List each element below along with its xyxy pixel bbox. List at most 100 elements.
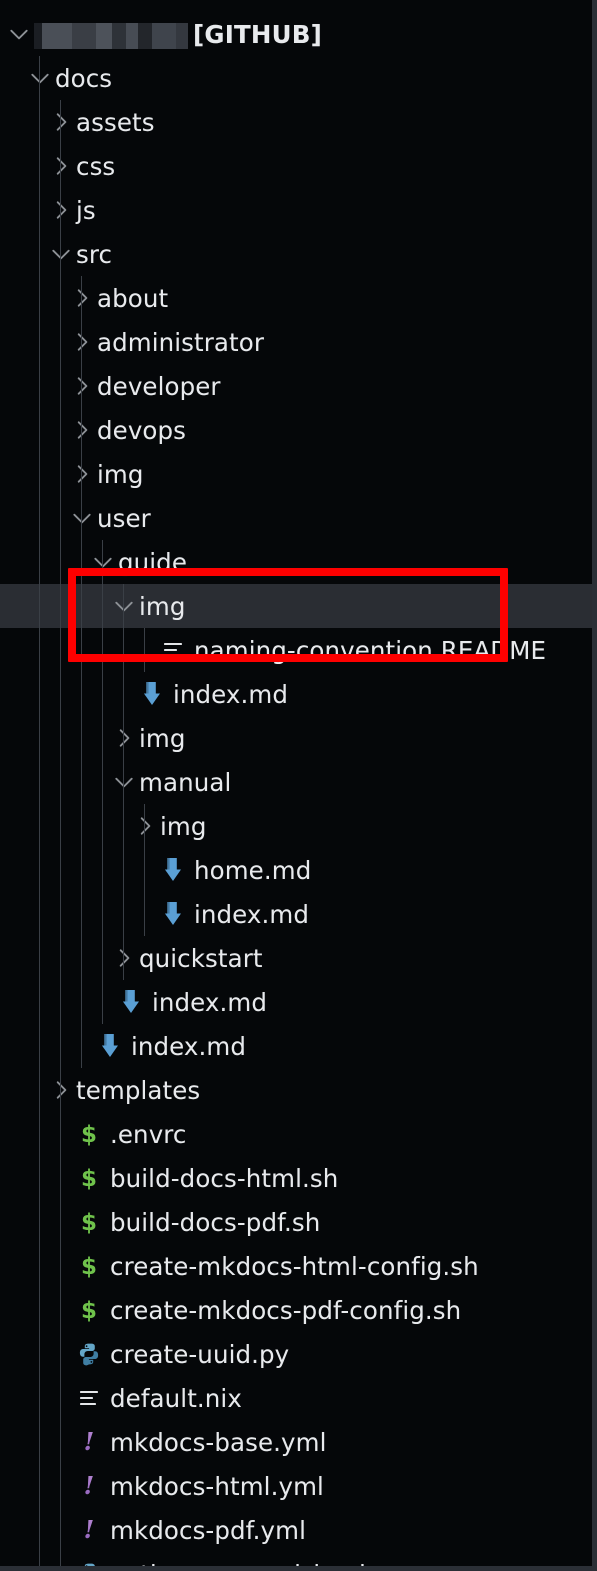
markdown-file-icon xyxy=(95,1024,125,1068)
chevron-right-icon[interactable] xyxy=(132,804,158,848)
indent-spacer xyxy=(0,188,48,232)
tree-item-file[interactable]: $ create-mkdocs-pdf-config.sh xyxy=(0,1288,597,1332)
tree-item-file[interactable]: ! mkdocs-base.yml xyxy=(0,1420,597,1464)
tree-item-folder[interactable]: user xyxy=(0,496,597,540)
tree-item-folder[interactable]: guide xyxy=(0,540,597,584)
tree-item-folder[interactable]: src xyxy=(0,232,597,276)
tree-item-folder[interactable]: quickstart xyxy=(0,936,597,980)
chevron-right-icon[interactable] xyxy=(69,276,95,320)
tree-item-label: img xyxy=(139,591,186,621)
indent-spacer xyxy=(0,408,69,452)
indent-spacer xyxy=(0,144,48,188)
shell-file-icon: $ xyxy=(74,1244,104,1288)
svg-text:$: $ xyxy=(81,1122,97,1148)
tree-item-file[interactable]: index.md xyxy=(0,980,597,1024)
yaml-file-icon: ! xyxy=(74,1508,104,1552)
tree-item-file[interactable]: index.md xyxy=(0,672,597,716)
redacted-repo-name xyxy=(34,22,188,49)
tree-item-folder[interactable]: img xyxy=(0,716,597,760)
tree-item-file[interactable]: $ .envrc xyxy=(0,1112,597,1156)
indent-guide xyxy=(39,56,40,1571)
svg-text:!: ! xyxy=(84,1428,95,1456)
tree-item-label: devops xyxy=(97,415,187,445)
indent-guide xyxy=(144,628,145,672)
chevron-right-icon[interactable] xyxy=(48,188,74,232)
chevron-right-icon[interactable] xyxy=(111,936,137,980)
tree-item-file[interactable]: ! mkdocs-pdf.yml xyxy=(0,1508,597,1552)
indent-spacer xyxy=(0,1112,48,1156)
tree-item-file[interactable]: default.nix xyxy=(0,1376,597,1420)
tree-item-label: docs xyxy=(55,63,113,93)
tree-item-label: index.md xyxy=(131,1031,247,1061)
tree-item-label: css xyxy=(76,151,116,181)
chevron-down-icon[interactable] xyxy=(69,496,95,540)
tree-item-label: create-mkdocs-pdf-config.sh xyxy=(110,1295,462,1325)
tree-item-file[interactable]: $ build-docs-pdf.sh xyxy=(0,1200,597,1244)
tree-item-folder[interactable]: assets xyxy=(0,100,597,144)
tree-item-folder[interactable]: devops xyxy=(0,408,597,452)
tree-item-label: assets xyxy=(76,107,155,137)
chevron-down-icon[interactable] xyxy=(6,12,32,56)
tree-item-label: naming-convention.README xyxy=(194,635,547,665)
chevron-right-icon[interactable] xyxy=(69,452,95,496)
chevron-right-icon[interactable] xyxy=(69,408,95,452)
indent-spacer xyxy=(0,452,69,496)
chevron-down-icon[interactable] xyxy=(48,232,74,276)
indent-spacer xyxy=(0,1376,48,1420)
tree-item-folder[interactable]: manual xyxy=(0,760,597,804)
tree-item-folder[interactable]: js xyxy=(0,188,597,232)
markdown-file-icon xyxy=(158,848,188,892)
tree-item-file[interactable]: create-uuid.py xyxy=(0,1332,597,1376)
tree-item-folder[interactable]: img xyxy=(0,584,597,628)
tree-item-folder[interactable]: docs xyxy=(0,56,597,100)
tree-item-file[interactable]: index.md xyxy=(0,1024,597,1068)
tree-item-label: mkdocs-html.yml xyxy=(110,1471,324,1501)
file-explorer-panel[interactable]: [GITHUB] docs assets css js src about administr… xyxy=(0,0,597,1571)
tree-item-folder[interactable]: templates xyxy=(0,1068,597,1112)
chevron-right-icon[interactable] xyxy=(111,716,137,760)
tree-item-label: manual xyxy=(139,767,232,797)
tree-item-file[interactable]: ! mkdocs-html.yml xyxy=(0,1464,597,1508)
tree-item-file[interactable]: naming-convention.README xyxy=(0,628,597,672)
tree-item-folder[interactable]: img xyxy=(0,452,597,496)
chevron-down-icon[interactable] xyxy=(90,540,116,584)
tree-item-folder[interactable]: about xyxy=(0,276,597,320)
svg-text:$: $ xyxy=(81,1254,97,1280)
tree-item-folder[interactable]: developer xyxy=(0,364,597,408)
chevron-right-icon[interactable] xyxy=(48,1068,74,1112)
chevron-right-icon[interactable] xyxy=(69,364,95,408)
tree-item-label: user xyxy=(97,503,151,533)
file-tree[interactable]: [GITHUB] docs assets css js src about administr… xyxy=(0,0,597,1571)
tree-item-label: img xyxy=(97,459,144,489)
indent-guide xyxy=(81,276,82,1068)
indent-spacer xyxy=(0,804,132,848)
indent-spacer xyxy=(0,1332,48,1376)
chevron-down-icon[interactable] xyxy=(111,584,137,628)
tree-item-folder[interactable]: administrator xyxy=(0,320,597,364)
indent-spacer xyxy=(0,1024,69,1068)
chevron-right-icon[interactable] xyxy=(69,320,95,364)
chevron-down-icon[interactable] xyxy=(111,760,137,804)
tree-item-label: index.md xyxy=(173,679,289,709)
indent-spacer xyxy=(0,936,111,980)
indent-spacer xyxy=(0,1464,48,1508)
tree-item-file[interactable]: $ create-mkdocs-html-config.sh xyxy=(0,1244,597,1288)
chevron-right-icon[interactable] xyxy=(48,100,74,144)
tree-item-label: index.md xyxy=(194,899,310,929)
tree-item-repo[interactable]: [GITHUB] xyxy=(0,12,597,56)
indent-guide xyxy=(144,804,145,936)
tree-item-file[interactable]: home.md xyxy=(0,848,597,892)
indent-guide xyxy=(60,100,61,1571)
tree-item-folder[interactable]: img xyxy=(0,804,597,848)
tree-item-file[interactable]: $ build-docs-html.sh xyxy=(0,1156,597,1200)
svg-text:$: $ xyxy=(81,1210,97,1236)
tree-item-label: img xyxy=(160,811,207,841)
svg-text:$: $ xyxy=(81,1298,97,1324)
tree-item-file[interactable]: index.md xyxy=(0,892,597,936)
horizontal-scrollbar[interactable] xyxy=(0,1566,597,1571)
text-lines-file-icon xyxy=(158,628,188,672)
tree-item-folder[interactable]: css xyxy=(0,144,597,188)
vertical-scrollbar[interactable] xyxy=(592,0,597,1571)
chevron-right-icon[interactable] xyxy=(48,144,74,188)
chevron-down-icon[interactable] xyxy=(27,56,53,100)
